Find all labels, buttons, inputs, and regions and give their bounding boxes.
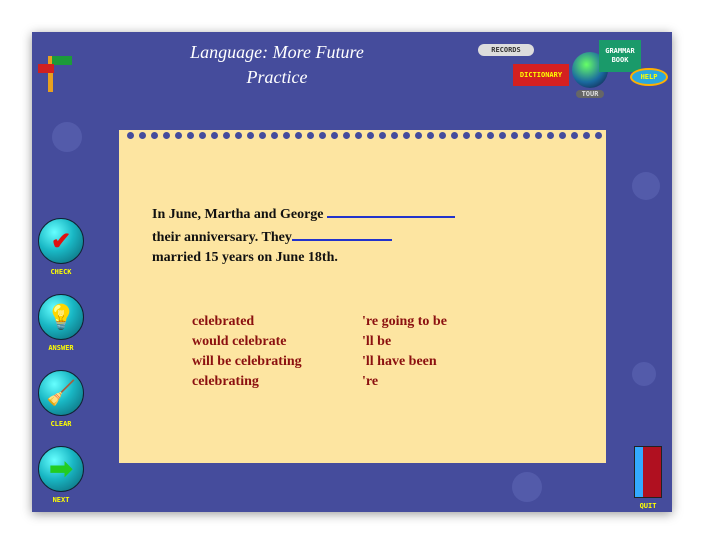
- paper-hole: [547, 132, 554, 139]
- help-button[interactable]: HELP: [630, 68, 668, 86]
- paper-hole: [523, 132, 530, 139]
- exercise-paper: In June, Martha and George their anniver…: [119, 130, 606, 463]
- paper-hole: [427, 132, 434, 139]
- paper-hole: [367, 132, 374, 139]
- records-button[interactable]: RECORDS: [478, 44, 534, 56]
- app-window: Language: More Future Practice RECORDS D…: [32, 32, 672, 512]
- paper-hole: [559, 132, 566, 139]
- option-left[interactable]: celebrating: [192, 372, 259, 392]
- paper-hole: [199, 132, 206, 139]
- paper-hole: [295, 132, 302, 139]
- broom-icon: 🧹: [46, 380, 76, 407]
- signpost-icon[interactable]: [38, 52, 74, 92]
- paper-hole: [235, 132, 242, 139]
- check-label: CHECK: [50, 268, 72, 276]
- next-label: NEXT: [52, 496, 70, 504]
- paper-hole: [139, 132, 146, 139]
- paper-hole: [355, 132, 362, 139]
- paper-hole: [415, 132, 422, 139]
- paper-hole: [487, 132, 494, 139]
- paper-hole: [223, 132, 230, 139]
- paper-hole: [319, 132, 326, 139]
- option-left[interactable]: celebrated: [192, 312, 254, 332]
- paper-hole: [439, 132, 446, 139]
- dictionary-button[interactable]: DICTIONARY: [513, 64, 569, 86]
- tour-button[interactable]: TOUR: [576, 90, 604, 98]
- option-left[interactable]: would celebrate: [192, 332, 286, 352]
- paper-hole: [595, 132, 602, 139]
- paper-hole: [271, 132, 278, 139]
- paper-hole: [187, 132, 194, 139]
- paper-hole: [391, 132, 398, 139]
- paper-hole: [307, 132, 314, 139]
- sentence-line-3: married 15 years on June 18th.: [152, 250, 338, 265]
- lightbulb-icon: 💡: [46, 304, 76, 331]
- paper-hole: [379, 132, 386, 139]
- checkmark-icon: ✔: [50, 228, 72, 255]
- paper-hole: [511, 132, 518, 139]
- paper-hole: [127, 132, 134, 139]
- option-right[interactable]: 're going to be: [362, 312, 447, 332]
- paper-hole: [451, 132, 458, 139]
- paper-hole: [403, 132, 410, 139]
- paper-hole: [499, 132, 506, 139]
- paper-hole: [583, 132, 590, 139]
- paper-hole: [463, 132, 470, 139]
- blank-1[interactable]: [327, 202, 455, 218]
- blank-2[interactable]: [291, 225, 392, 241]
- paper-hole: [283, 132, 290, 139]
- clear-button[interactable]: 🧹 CLEAR: [38, 370, 84, 428]
- paper-hole: [151, 132, 158, 139]
- paper-hole: [175, 132, 182, 139]
- sentence-line-2: their anniversary. They: [152, 230, 292, 245]
- quit-label: QUIT: [639, 502, 657, 510]
- next-button[interactable]: ➡ NEXT: [38, 446, 84, 504]
- option-right[interactable]: 'll be: [362, 332, 391, 352]
- sentence-line-1: In June, Martha and George: [152, 207, 327, 222]
- option-right[interactable]: 're: [362, 372, 378, 392]
- door-icon: [634, 446, 662, 498]
- paper-hole: [211, 132, 218, 139]
- check-button[interactable]: ✔ CHECK: [38, 218, 84, 276]
- paper-hole: [331, 132, 338, 139]
- paper-hole: [163, 132, 170, 139]
- paper-hole: [259, 132, 266, 139]
- option-right[interactable]: 'll have been: [362, 352, 437, 372]
- quit-button[interactable]: QUIT: [628, 446, 668, 510]
- paper-hole: [343, 132, 350, 139]
- clear-label: CLEAR: [50, 420, 72, 428]
- paper-hole: [535, 132, 542, 139]
- page-title: Language: More Future Practice: [190, 42, 364, 87]
- exercise-sentence: In June, Martha and George their anniver…: [152, 202, 455, 268]
- paper-hole: [247, 132, 254, 139]
- option-left[interactable]: will be celebrating: [192, 352, 302, 372]
- paper-hole: [475, 132, 482, 139]
- grammar-book-button[interactable]: GRAMMAR BOOK: [599, 40, 641, 72]
- answer-label: ANSWER: [48, 344, 74, 352]
- paper-hole: [571, 132, 578, 139]
- arrow-right-icon: ➡: [49, 454, 73, 485]
- answer-button[interactable]: 💡 ANSWER: [38, 294, 84, 352]
